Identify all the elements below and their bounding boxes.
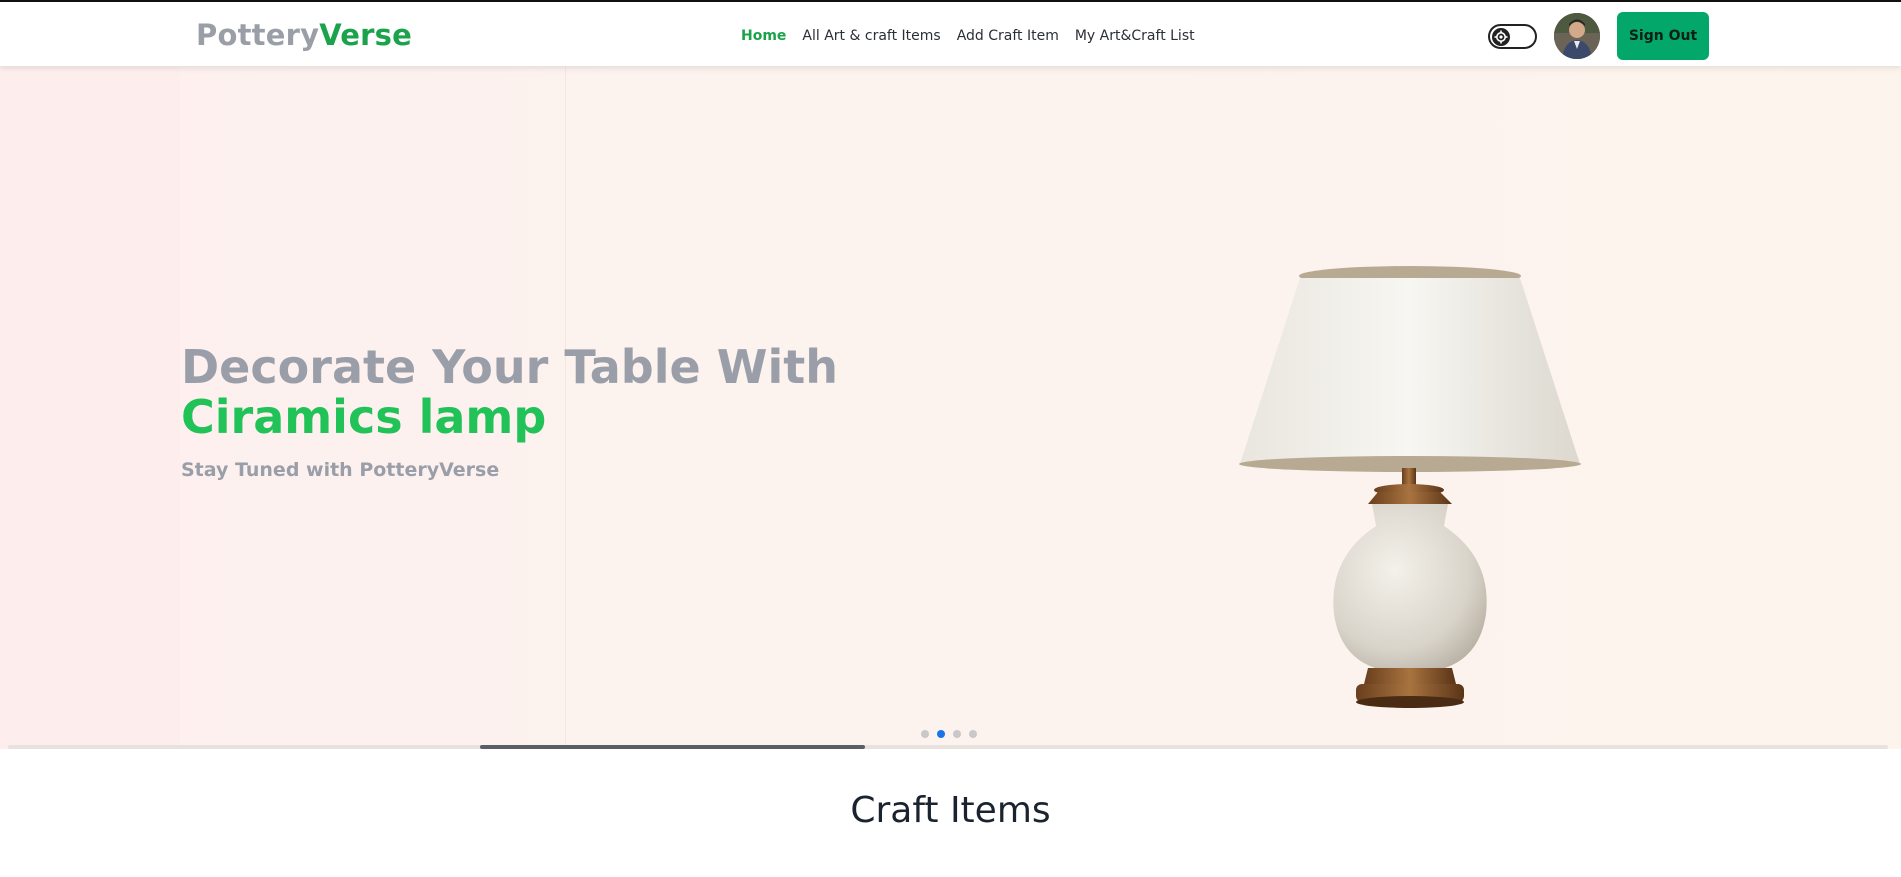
- slider-pagination: [921, 730, 977, 738]
- nav-link-home[interactable]: Home: [741, 26, 786, 46]
- logo-part-verse: Verse: [319, 18, 412, 52]
- slider-dot-1[interactable]: [921, 730, 929, 738]
- main-nav: Home All Art & craft Items Add Craft Ite…: [741, 26, 1195, 46]
- hero-heading-line1: Decorate Your Table With: [181, 340, 838, 394]
- logo-part-pottery: Pottery: [196, 18, 320, 52]
- slider-scrollbar[interactable]: [8, 745, 1888, 749]
- slider-dot-3[interactable]: [953, 730, 961, 738]
- nav-link-my-list[interactable]: My Art&Craft List: [1075, 26, 1195, 46]
- slider-dot-4[interactable]: [969, 730, 977, 738]
- section-title-craft-items: Craft Items: [850, 790, 1051, 831]
- hero-heading-line2: Ciramics lamp: [181, 390, 547, 444]
- hero-slider[interactable]: Decorate Your Table With Ciramics lamp S…: [0, 66, 1901, 749]
- gear-icon: [1492, 28, 1510, 46]
- site-logo[interactable]: PotteryVerse: [196, 18, 412, 52]
- nav-link-all-items[interactable]: All Art & craft Items: [802, 26, 940, 46]
- user-avatar[interactable]: [1554, 13, 1600, 59]
- ceramic-lamp-image: [1239, 266, 1581, 708]
- theme-toggle[interactable]: [1488, 24, 1537, 49]
- sign-out-button[interactable]: Sign Out: [1617, 12, 1709, 60]
- navbar: PotteryVerse Home All Art & craft Items …: [0, 0, 1901, 66]
- slider-dot-2[interactable]: [937, 730, 945, 738]
- nav-link-add-craft[interactable]: Add Craft Item: [957, 26, 1059, 46]
- user-avatar-icon: [1554, 13, 1600, 59]
- slider-scrollbar-thumb[interactable]: [480, 745, 865, 749]
- hero-heading: Decorate Your Table With Ciramics lamp: [181, 342, 838, 442]
- hero-subtitle: Stay Tuned with PotteryVerse: [181, 459, 500, 481]
- hero-bg-stripe: [0, 66, 180, 749]
